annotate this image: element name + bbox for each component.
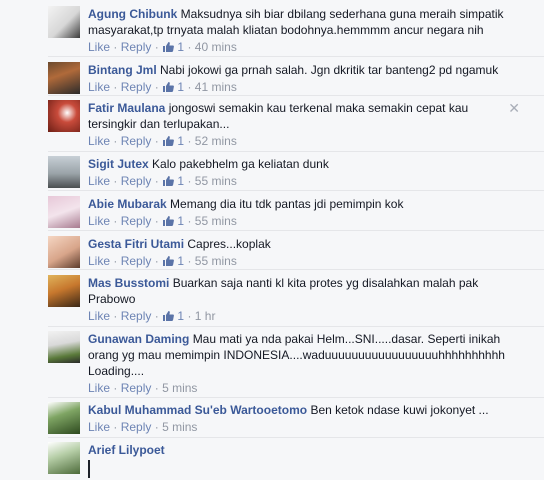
divider	[48, 437, 544, 438]
avatar[interactable]	[48, 275, 80, 307]
text-cursor[interactable]	[88, 460, 90, 478]
comment-meta: Like · Reply · 1 · 55 mins	[88, 174, 237, 188]
like-link[interactable]: Like	[88, 381, 110, 395]
comment-author[interactable]: Arief Lilypoet	[88, 443, 165, 457]
comment-author[interactable]: Kabul Muhammad Su'eb Wartooetomo	[88, 403, 307, 417]
thumbs-up-icon	[163, 216, 174, 226]
comment-text: Ben ketok ndase kuwi jokonyet ...	[310, 403, 489, 417]
comment-text: Memang dia itu tdk pantas jdi pemimpin k…	[170, 197, 404, 211]
thumbs-up-icon	[163, 42, 174, 52]
divider	[48, 190, 544, 191]
comment-meta: Like · Reply · 1 · 55 mins	[88, 254, 237, 268]
comment-meta: Like · Reply · 1 · 1 hr	[88, 309, 216, 323]
thumbs-up-icon	[163, 311, 174, 321]
like-count[interactable]: 1	[162, 134, 184, 148]
comment-author[interactable]: Sigit Jutex	[88, 157, 149, 171]
avatar[interactable]	[48, 442, 80, 474]
like-count[interactable]: 1	[162, 80, 184, 94]
thumbs-up-icon	[163, 176, 174, 186]
reply-link[interactable]: Reply	[121, 214, 152, 228]
comment-author[interactable]: Agung Chibunk	[88, 7, 177, 21]
close-icon[interactable]: ✕	[508, 100, 520, 117]
comment-text: Capres...koplak	[187, 237, 271, 251]
reply-link[interactable]: Reply	[121, 381, 152, 395]
avatar[interactable]	[48, 331, 80, 363]
avatar[interactable]	[48, 62, 80, 94]
comment-timestamp[interactable]: 41 mins	[195, 80, 237, 94]
avatar[interactable]	[48, 6, 80, 38]
like-count[interactable]: 1	[162, 174, 184, 188]
divider	[48, 269, 544, 270]
comment-feed: Agung Chibunk Maksudnya sih biar dbilang…	[0, 0, 544, 480]
avatar[interactable]	[48, 100, 80, 132]
like-link[interactable]: Like	[88, 40, 110, 54]
reply-link[interactable]: Reply	[121, 309, 152, 323]
thumbs-up-icon	[163, 136, 174, 146]
like-count[interactable]: 1	[162, 309, 184, 323]
comment-meta: Like · Reply · 5 mins	[88, 420, 198, 434]
comment-timestamp[interactable]: 55 mins	[195, 254, 237, 268]
comment-timestamp[interactable]: 40 mins	[195, 40, 237, 54]
like-count[interactable]: 1	[162, 254, 184, 268]
comment-meta: Like · Reply · 1 · 40 mins	[88, 40, 237, 54]
avatar[interactable]	[48, 156, 80, 188]
comment-meta: Like · Reply · 1 · 52 mins	[88, 134, 237, 148]
divider	[48, 230, 544, 231]
reply-link[interactable]: Reply	[121, 174, 152, 188]
reply-link[interactable]: Reply	[121, 254, 152, 268]
like-link[interactable]: Like	[88, 309, 110, 323]
like-link[interactable]: Like	[88, 134, 110, 148]
comment-author[interactable]: Bintang Jml	[88, 63, 157, 77]
comment-text: Kalo pakebhelm ga keliatan dunk	[152, 157, 329, 171]
avatar[interactable]	[48, 402, 80, 434]
like-link[interactable]: Like	[88, 214, 110, 228]
comment-timestamp[interactable]: 52 mins	[195, 134, 237, 148]
comment-author[interactable]: Mas Busstomi	[88, 276, 169, 290]
comment-author[interactable]: Gunawan Daming	[88, 332, 189, 346]
comment-timestamp[interactable]: 55 mins	[195, 214, 237, 228]
thumbs-up-icon	[163, 82, 174, 92]
like-link[interactable]: Like	[88, 174, 110, 188]
like-count[interactable]: 1	[162, 40, 184, 54]
comment-meta: Like · Reply · 1 · 55 mins	[88, 214, 237, 228]
divider	[48, 56, 544, 57]
comment-text: Nabi jokowi ga prnah salah. Jgn dkritik …	[160, 63, 499, 77]
like-link[interactable]: Like	[88, 254, 110, 268]
comment-author[interactable]: Gesta Fitri Utami	[88, 237, 184, 251]
comment-timestamp[interactable]: 5 mins	[162, 420, 197, 434]
reply-link[interactable]: Reply	[121, 80, 152, 94]
comment-timestamp[interactable]: 55 mins	[195, 174, 237, 188]
avatar[interactable]	[48, 236, 80, 268]
divider	[48, 397, 544, 398]
comment-timestamp[interactable]: 1 hr	[195, 309, 216, 323]
comment-author[interactable]: Fatir Maulana	[88, 101, 165, 115]
divider	[48, 326, 544, 327]
avatar[interactable]	[48, 196, 80, 228]
like-count[interactable]: 1	[162, 214, 184, 228]
like-link[interactable]: Like	[88, 80, 110, 94]
divider	[48, 151, 544, 152]
reply-link[interactable]: Reply	[121, 420, 152, 434]
like-link[interactable]: Like	[88, 420, 110, 434]
divider	[48, 95, 544, 96]
thumbs-up-icon	[163, 256, 174, 266]
reply-link[interactable]: Reply	[121, 40, 152, 54]
comment-meta: Like · Reply · 5 mins	[88, 381, 198, 395]
comment-timestamp[interactable]: 5 mins	[162, 381, 197, 395]
reply-link[interactable]: Reply	[121, 134, 152, 148]
comment-meta: Like · Reply · 1 · 41 mins	[88, 80, 237, 94]
comment-author[interactable]: Abie Mubarak	[88, 197, 167, 211]
